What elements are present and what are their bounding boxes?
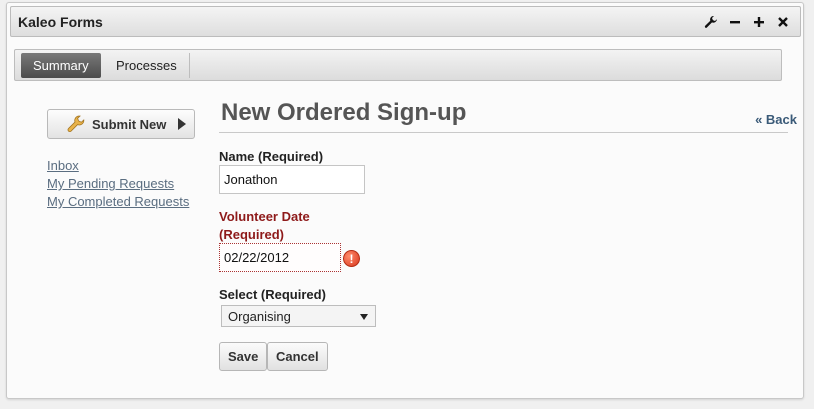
wrench-icon [66,114,86,134]
save-button[interactable]: Save [219,342,268,371]
submit-new-button[interactable]: Submit New [47,109,195,139]
tab-bar: Summary Processes [14,49,782,81]
close-icon[interactable] [774,13,792,31]
portlet-titlebar: Kaleo Forms [10,6,801,37]
name-field[interactable] [219,165,365,194]
name-label: Name (Required) [219,149,324,164]
volunteer-date-field[interactable] [219,243,341,272]
maximize-icon[interactable] [750,13,768,31]
page-title: New Ordered Sign-up [221,99,467,126]
back-link[interactable]: « Back [755,112,797,127]
tab-processes[interactable]: Processes [104,53,190,78]
error-icon: ! [343,250,360,267]
sidebar-links: Inbox My Pending Requests My Completed R… [47,157,189,211]
link-pending-requests[interactable]: My Pending Requests [47,175,189,193]
select-label: Select (Required) [219,287,326,302]
select-value: Organising [228,308,291,324]
chevron-down-icon [360,314,368,320]
minimize-icon[interactable] [726,13,744,31]
menu-arrow-icon [178,118,186,130]
volunteer-date-label-line1: Volunteer Date [219,209,310,224]
portlet-title: Kaleo Forms [18,14,103,30]
cancel-button[interactable]: Cancel [267,342,328,371]
select-dropdown[interactable]: Organising [221,305,376,327]
link-inbox[interactable]: Inbox [47,157,189,175]
volunteer-date-label: Volunteer Date (Required) [219,208,329,244]
wrench-icon[interactable] [702,13,720,31]
tab-summary[interactable]: Summary [21,53,101,78]
submit-new-label: Submit New [92,116,167,132]
volunteer-date-label-line2: (Required) [219,227,284,242]
portlet-controls [702,13,792,31]
link-completed-requests[interactable]: My Completed Requests [47,193,189,211]
divider [219,132,788,133]
